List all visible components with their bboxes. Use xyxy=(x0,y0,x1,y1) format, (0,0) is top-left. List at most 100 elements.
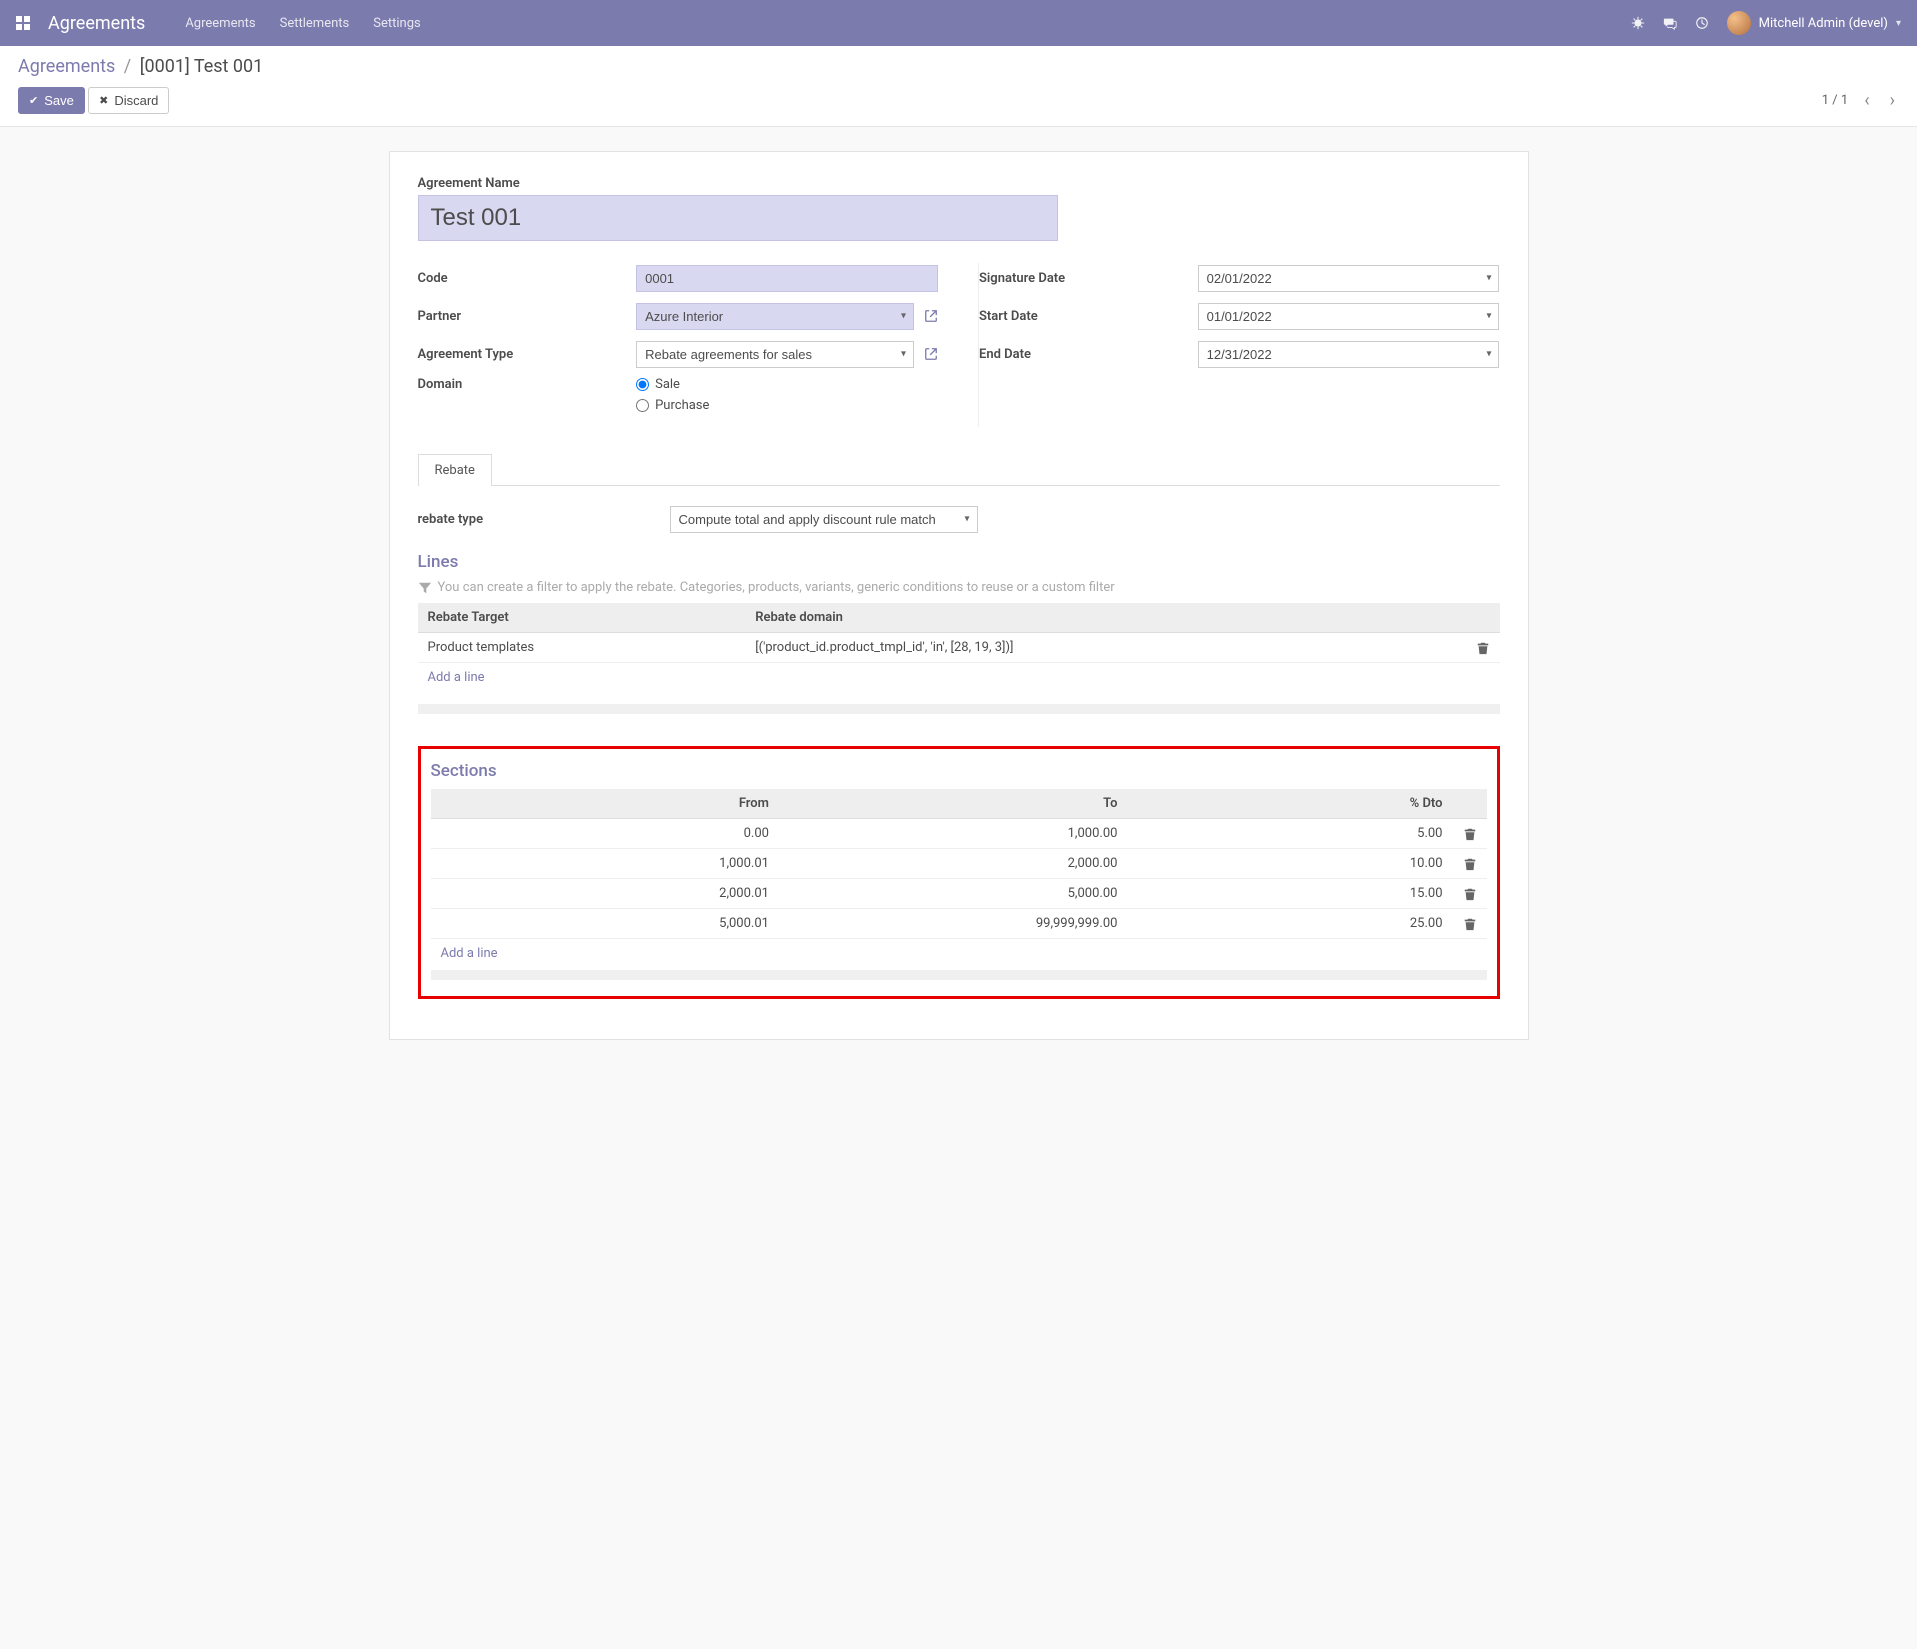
table-row[interactable]: 5,000.0199,999,999.0025.00 xyxy=(431,909,1487,939)
breadcrumb: Agreements / [0001] Test 001 xyxy=(18,56,1899,77)
delete-row-icon[interactable] xyxy=(1453,909,1487,939)
check-icon: ✔ xyxy=(29,94,38,107)
sigdate-label: Signature Date xyxy=(979,271,1198,286)
type-input[interactable] xyxy=(636,341,914,368)
delete-row-icon[interactable] xyxy=(1453,819,1487,849)
sheet-wrap: Agreement Name Code Partner xyxy=(0,127,1917,1100)
lines-scroll-indicator xyxy=(418,704,1500,714)
chat-icon[interactable] xyxy=(1663,16,1677,31)
type-label: Agreement Type xyxy=(418,347,637,362)
domain-radio-sale[interactable]: Sale xyxy=(636,377,938,392)
tab-rebate[interactable]: Rebate xyxy=(418,454,492,486)
lines-th-domain: Rebate domain xyxy=(745,603,1465,633)
action-buttons: ✔ Save ✖ Discard xyxy=(18,87,169,114)
partner-input[interactable] xyxy=(636,303,914,330)
sections-cell-from: 2,000.01 xyxy=(431,879,779,909)
table-row[interactable]: 2,000.015,000.0015.00 xyxy=(431,879,1487,909)
sections-cell-pct: 5.00 xyxy=(1127,819,1452,849)
nav-links: Agreements Settlements Settings xyxy=(185,16,1630,31)
domain-sale-radio[interactable] xyxy=(636,378,649,391)
table-row[interactable]: 0.001,000.005.00 xyxy=(431,819,1487,849)
sections-th-from: From xyxy=(431,789,779,819)
lines-hint: You can create a filter to apply the reb… xyxy=(418,580,1500,595)
name-label: Agreement Name xyxy=(418,176,1500,191)
lines-add-line[interactable]: Add a line xyxy=(418,663,1500,692)
domain-radio-purchase[interactable]: Purchase xyxy=(636,398,938,413)
breadcrumb-root[interactable]: Agreements xyxy=(18,56,115,77)
sections-cell-pct: 25.00 xyxy=(1127,909,1452,939)
breadcrumb-current: [0001] Test 001 xyxy=(140,56,264,77)
lines-cell-target: Product templates xyxy=(418,633,746,663)
control-panel: Agreements / [0001] Test 001 ✔ Save ✖ Di… xyxy=(0,46,1917,127)
filter-icon xyxy=(418,580,432,595)
sections-th-pct: % Dto xyxy=(1127,789,1452,819)
delete-row-icon[interactable] xyxy=(1466,633,1500,663)
sections-cell-to: 5,000.00 xyxy=(779,879,1127,909)
form-col-right: Signature Date Start Date End Date xyxy=(978,263,1500,427)
delete-row-icon[interactable] xyxy=(1453,879,1487,909)
sections-cell-from: 1,000.01 xyxy=(431,849,779,879)
lines-title: Lines xyxy=(418,552,1500,572)
lines-table: Rebate Target Rebate domain Product temp… xyxy=(418,603,1500,663)
close-icon: ✖ xyxy=(99,94,108,107)
lines-hint-text: You can create a filter to apply the reb… xyxy=(438,580,1115,595)
rebate-type-select[interactable] xyxy=(670,506,978,533)
sections-highlight: Sections From To % Dto 0.001,000.005.001… xyxy=(418,746,1500,999)
pager-prev-icon[interactable]: ‹ xyxy=(1860,92,1873,110)
tab-rebate-pane: rebate type Lines You can create a filte… xyxy=(418,486,1500,999)
tabs: Rebate xyxy=(418,453,1500,486)
code-input[interactable] xyxy=(636,265,938,292)
form-sheet: Agreement Name Code Partner xyxy=(389,151,1529,1040)
external-link-icon[interactable] xyxy=(924,346,938,362)
discard-button[interactable]: ✖ Discard xyxy=(88,87,169,114)
sections-cell-to: 1,000.00 xyxy=(779,819,1127,849)
partner-label: Partner xyxy=(418,309,637,324)
navbar: Agreements Agreements Settlements Settin… xyxy=(0,0,1917,46)
discard-label: Discard xyxy=(114,93,158,108)
domain-purchase-radio[interactable] xyxy=(636,399,649,412)
user-menu[interactable]: Mitchell Admin (devel) ▾ xyxy=(1727,11,1901,35)
save-button[interactable]: ✔ Save xyxy=(18,87,85,114)
pager: 1 / 1 ‹ › xyxy=(1822,92,1899,110)
pager-next-icon[interactable]: › xyxy=(1886,92,1899,110)
external-link-icon[interactable] xyxy=(924,308,938,324)
sections-cell-to: 99,999,999.00 xyxy=(779,909,1127,939)
domain-sale-label: Sale xyxy=(655,377,680,392)
sections-title: Sections xyxy=(431,761,1487,781)
sigdate-input[interactable] xyxy=(1198,265,1500,292)
start-input[interactable] xyxy=(1198,303,1500,330)
sections-th-to: To xyxy=(779,789,1127,819)
apps-icon[interactable] xyxy=(16,16,30,30)
app-brand[interactable]: Agreements xyxy=(48,13,145,34)
end-input[interactable] xyxy=(1198,341,1500,368)
table-row[interactable]: Product templates[('product_id.product_t… xyxy=(418,633,1500,663)
avatar xyxy=(1727,11,1751,35)
sections-scroll-indicator xyxy=(431,970,1487,980)
domain-label: Domain xyxy=(418,377,637,392)
sections-cell-from: 0.00 xyxy=(431,819,779,849)
rebate-type-label: rebate type xyxy=(418,512,670,527)
sections-cell-from: 5,000.01 xyxy=(431,909,779,939)
bug-icon[interactable] xyxy=(1631,16,1645,31)
save-label: Save xyxy=(44,93,74,108)
chevron-down-icon: ▾ xyxy=(1896,18,1901,29)
nav-link-settlements[interactable]: Settlements xyxy=(280,16,350,31)
sections-cell-pct: 10.00 xyxy=(1127,849,1452,879)
agreement-name-input[interactable] xyxy=(418,195,1058,241)
form-col-left: Code Partner Agreement Type xyxy=(418,263,939,427)
table-row[interactable]: 1,000.012,000.0010.00 xyxy=(431,849,1487,879)
lines-th-target: Rebate Target xyxy=(418,603,746,633)
lines-cell-domain: [('product_id.product_tmpl_id', 'in', [2… xyxy=(745,633,1465,663)
sections-cell-pct: 15.00 xyxy=(1127,879,1452,909)
delete-row-icon[interactable] xyxy=(1453,849,1487,879)
breadcrumb-sep: / xyxy=(124,56,131,77)
clock-icon[interactable] xyxy=(1695,16,1709,31)
nav-link-settings[interactable]: Settings xyxy=(373,16,420,31)
sections-add-line[interactable]: Add a line xyxy=(431,939,1487,968)
domain-purchase-label: Purchase xyxy=(655,398,709,413)
end-label: End Date xyxy=(979,347,1198,362)
nav-link-agreements[interactable]: Agreements xyxy=(185,16,255,31)
start-label: Start Date xyxy=(979,309,1198,324)
navbar-right: Mitchell Admin (devel) ▾ xyxy=(1631,11,1901,35)
pager-text: 1 / 1 xyxy=(1822,93,1848,108)
